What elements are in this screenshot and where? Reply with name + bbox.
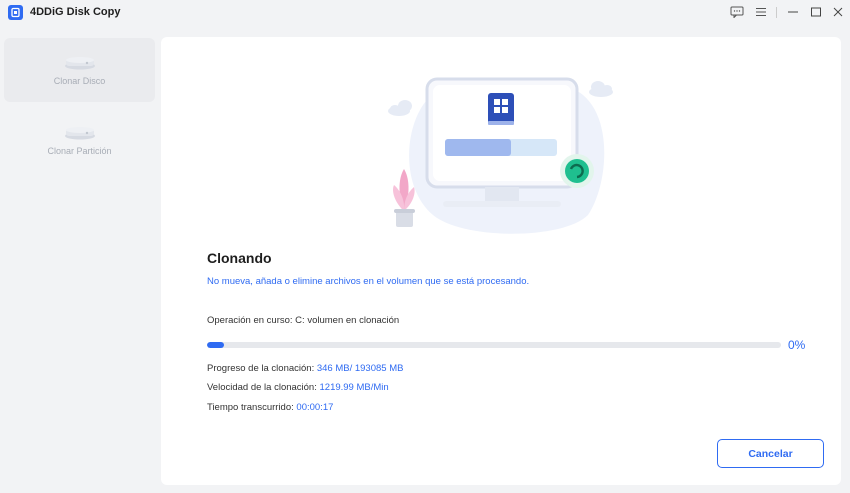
feedback-icon[interactable] xyxy=(729,4,745,20)
app-logo-icon xyxy=(8,5,23,20)
page-title: Clonando xyxy=(207,250,272,266)
clone-progress-stat: Progreso de la clonación: 346 MB/ 193085… xyxy=(207,363,403,374)
progress-percent: 0% xyxy=(788,338,806,352)
main-panel: Clonando No mueva, añada o elimine archi… xyxy=(161,37,841,485)
cloud-icon xyxy=(589,81,613,97)
partition-icon xyxy=(64,127,95,140)
stat-value: 1219.99 MB/Min xyxy=(319,382,389,393)
clone-speed-stat: Velocidad de la clonación: 1219.99 MB/Mi… xyxy=(207,382,389,393)
elapsed-time-stat: Tiempo transcurrido: 00:00:17 xyxy=(207,402,333,413)
minimize-icon[interactable] xyxy=(785,4,801,20)
disk-icon xyxy=(64,57,95,70)
sidebar-item-label: Clonar Disco xyxy=(53,76,106,86)
stat-value: 346 MB/ 193085 MB xyxy=(316,363,404,374)
stat-label: Progreso de la clonación: xyxy=(207,363,317,374)
sidebar: Clonar Disco Clonar Partición xyxy=(0,36,160,493)
cloud-icon xyxy=(388,100,412,116)
cloning-illustration xyxy=(388,77,613,234)
maximize-icon[interactable] xyxy=(808,4,824,20)
sidebar-item-label: Clonar Partición xyxy=(47,146,112,156)
app-title: 4DDiG Disk Copy xyxy=(30,6,121,18)
cancel-button[interactable]: Cancelar xyxy=(717,439,824,468)
title-divider xyxy=(776,7,777,18)
sidebar-item-clonar-particion[interactable]: Clonar Partición xyxy=(4,108,155,172)
operation-status: Operación en curso: C: volumen en clonac… xyxy=(207,315,400,326)
stat-value: 00:00:17 xyxy=(296,402,334,413)
menu-icon[interactable] xyxy=(753,4,769,20)
progress-bar xyxy=(207,342,781,348)
warning-text: No mueva, añada o elimine archivos en el… xyxy=(207,276,530,287)
close-icon[interactable] xyxy=(830,4,846,20)
progress-fill xyxy=(207,342,225,348)
stat-label: Tiempo transcurrido: xyxy=(207,402,297,413)
sidebar-item-clonar-disco[interactable]: Clonar Disco xyxy=(4,38,155,102)
stat-label: Velocidad de la clonación: xyxy=(207,382,320,393)
title-bar: 4DDiG Disk Copy xyxy=(0,0,850,26)
